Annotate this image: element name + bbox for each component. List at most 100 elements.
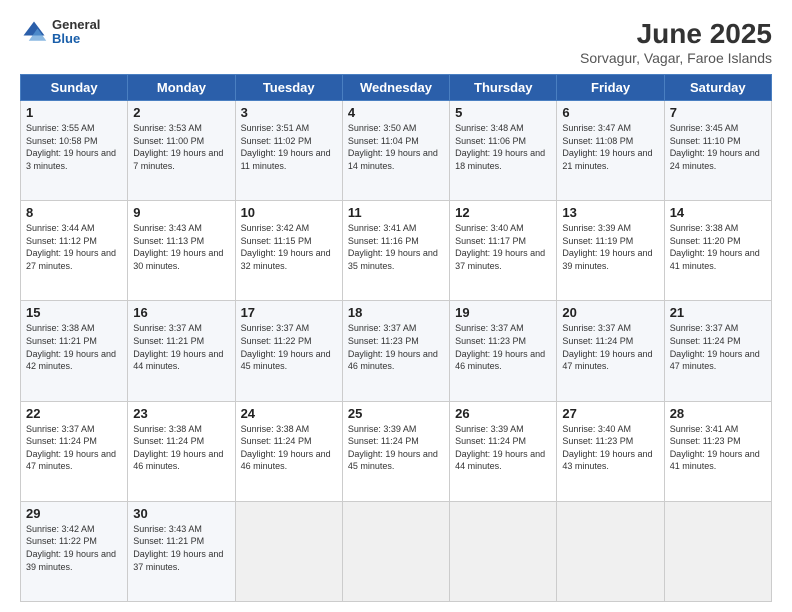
day-info: Sunrise: 3:51 AMSunset: 11:02 PMDaylight… bbox=[241, 122, 337, 172]
day-info: Sunrise: 3:41 AMSunset: 11:16 PMDaylight… bbox=[348, 222, 444, 272]
day-info: Sunrise: 3:55 AMSunset: 10:58 PMDaylight… bbox=[26, 122, 122, 172]
day-info: Sunrise: 3:43 AMSunset: 11:21 PMDaylight… bbox=[133, 523, 229, 573]
weekday-header-row: SundayMondayTuesdayWednesdayThursdayFrid… bbox=[21, 75, 772, 101]
calendar-cell bbox=[557, 501, 664, 601]
day-info: Sunrise: 3:48 AMSunset: 11:06 PMDaylight… bbox=[455, 122, 551, 172]
calendar-cell bbox=[342, 501, 449, 601]
day-info: Sunrise: 3:40 AMSunset: 11:23 PMDaylight… bbox=[562, 423, 658, 473]
calendar-cell bbox=[450, 501, 557, 601]
day-number: 5 bbox=[455, 105, 551, 120]
calendar-cell: 27 Sunrise: 3:40 AMSunset: 11:23 PMDaylig… bbox=[557, 401, 664, 501]
day-number: 12 bbox=[455, 205, 551, 220]
header: General Blue June 2025 Sorvagur, Vagar, … bbox=[20, 18, 772, 66]
calendar-cell: 8 Sunrise: 3:44 AMSunset: 11:12 PMDayligh… bbox=[21, 201, 128, 301]
day-info: Sunrise: 3:37 AMSunset: 11:24 PMDaylight… bbox=[670, 322, 766, 372]
logo-blue: Blue bbox=[52, 32, 100, 46]
week-row-3: 15 Sunrise: 3:38 AMSunset: 11:21 PMDaylig… bbox=[21, 301, 772, 401]
day-info: Sunrise: 3:37 AMSunset: 11:24 PMDaylight… bbox=[562, 322, 658, 372]
weekday-header-tuesday: Tuesday bbox=[235, 75, 342, 101]
week-row-5: 29 Sunrise: 3:42 AMSunset: 11:22 PMDaylig… bbox=[21, 501, 772, 601]
logo-text: General Blue bbox=[52, 18, 100, 47]
day-number: 13 bbox=[562, 205, 658, 220]
calendar-cell: 13Sunrise: 3:39 AMSunset: 11:19 PMDaylig… bbox=[557, 201, 664, 301]
calendar-cell: 21 Sunrise: 3:37 AMSunset: 11:24 PMDaylig… bbox=[664, 301, 771, 401]
logo-icon bbox=[20, 18, 48, 46]
calendar-cell: 25Sunrise: 3:39 AMSunset: 11:24 PMDaylig… bbox=[342, 401, 449, 501]
calendar-cell: 20 Sunrise: 3:37 AMSunset: 11:24 PMDaylig… bbox=[557, 301, 664, 401]
calendar-cell: 12 Sunrise: 3:40 AMSunset: 11:17 PMDaylig… bbox=[450, 201, 557, 301]
calendar-cell bbox=[235, 501, 342, 601]
calendar-cell: 22 Sunrise: 3:37 AMSunset: 11:24 PMDaylig… bbox=[21, 401, 128, 501]
day-info: Sunrise: 3:37 AMSunset: 11:22 PMDaylight… bbox=[241, 322, 337, 372]
day-number: 25 bbox=[348, 406, 444, 421]
page: General Blue June 2025 Sorvagur, Vagar, … bbox=[0, 0, 792, 612]
day-info: Sunrise: 3:38 AMSunset: 11:24 PMDaylight… bbox=[241, 423, 337, 473]
day-info: Sunrise: 3:44 AMSunset: 11:12 PMDaylight… bbox=[26, 222, 122, 272]
day-info: Sunrise: 3:40 AMSunset: 11:17 PMDaylight… bbox=[455, 222, 551, 272]
day-info: Sunrise: 3:42 AMSunset: 11:22 PMDaylight… bbox=[26, 523, 122, 573]
calendar-cell: 10Sunrise: 3:42 AMSunset: 11:15 PMDaylig… bbox=[235, 201, 342, 301]
day-info: Sunrise: 3:53 AMSunset: 11:00 PMDaylight… bbox=[133, 122, 229, 172]
day-number: 27 bbox=[562, 406, 658, 421]
day-number: 26 bbox=[455, 406, 551, 421]
subtitle: Sorvagur, Vagar, Faroe Islands bbox=[580, 50, 772, 66]
day-number: 15 bbox=[26, 305, 122, 320]
week-row-4: 22 Sunrise: 3:37 AMSunset: 11:24 PMDaylig… bbox=[21, 401, 772, 501]
day-info: Sunrise: 3:38 AMSunset: 11:20 PMDaylight… bbox=[670, 222, 766, 272]
calendar-cell: 6Sunrise: 3:47 AMSunset: 11:08 PMDayligh… bbox=[557, 101, 664, 201]
day-info: Sunrise: 3:38 AMSunset: 11:21 PMDaylight… bbox=[26, 322, 122, 372]
day-info: Sunrise: 3:47 AMSunset: 11:08 PMDaylight… bbox=[562, 122, 658, 172]
weekday-header-monday: Monday bbox=[128, 75, 235, 101]
day-number: 1 bbox=[26, 105, 122, 120]
calendar-cell: 14 Sunrise: 3:38 AMSunset: 11:20 PMDaylig… bbox=[664, 201, 771, 301]
day-info: Sunrise: 3:38 AMSunset: 11:24 PMDaylight… bbox=[133, 423, 229, 473]
day-info: Sunrise: 3:37 AMSunset: 11:24 PMDaylight… bbox=[26, 423, 122, 473]
calendar-cell: 4 Sunrise: 3:50 AMSunset: 11:04 PMDayligh… bbox=[342, 101, 449, 201]
day-number: 11 bbox=[348, 205, 444, 220]
day-number: 20 bbox=[562, 305, 658, 320]
calendar: SundayMondayTuesdayWednesdayThursdayFrid… bbox=[20, 74, 772, 602]
week-row-1: 1 Sunrise: 3:55 AMSunset: 10:58 PMDayligh… bbox=[21, 101, 772, 201]
day-number: 17 bbox=[241, 305, 337, 320]
day-number: 10 bbox=[241, 205, 337, 220]
day-info: Sunrise: 3:43 AMSunset: 11:13 PMDaylight… bbox=[133, 222, 229, 272]
calendar-cell: 26 Sunrise: 3:39 AMSunset: 11:24 PMDaylig… bbox=[450, 401, 557, 501]
calendar-cell: 11 Sunrise: 3:41 AMSunset: 11:16 PMDaylig… bbox=[342, 201, 449, 301]
calendar-cell: 3 Sunrise: 3:51 AMSunset: 11:02 PMDayligh… bbox=[235, 101, 342, 201]
weekday-header-thursday: Thursday bbox=[450, 75, 557, 101]
calendar-cell: 23 Sunrise: 3:38 AMSunset: 11:24 PMDaylig… bbox=[128, 401, 235, 501]
day-number: 29 bbox=[26, 506, 122, 521]
day-number: 2 bbox=[133, 105, 229, 120]
day-info: Sunrise: 3:37 AMSunset: 11:21 PMDaylight… bbox=[133, 322, 229, 372]
day-number: 16 bbox=[133, 305, 229, 320]
day-number: 4 bbox=[348, 105, 444, 120]
day-number: 19 bbox=[455, 305, 551, 320]
logo-general: General bbox=[52, 18, 100, 32]
calendar-cell: 28Sunrise: 3:41 AMSunset: 11:23 PMDaylig… bbox=[664, 401, 771, 501]
calendar-cell: 16 Sunrise: 3:37 AMSunset: 11:21 PMDaylig… bbox=[128, 301, 235, 401]
calendar-cell: 7Sunrise: 3:45 AMSunset: 11:10 PMDayligh… bbox=[664, 101, 771, 201]
day-info: Sunrise: 3:39 AMSunset: 11:24 PMDaylight… bbox=[455, 423, 551, 473]
day-number: 14 bbox=[670, 205, 766, 220]
title-block: June 2025 Sorvagur, Vagar, Faroe Islands bbox=[580, 18, 772, 66]
calendar-cell: 30 Sunrise: 3:43 AMSunset: 11:21 PMDaylig… bbox=[128, 501, 235, 601]
day-number: 23 bbox=[133, 406, 229, 421]
day-number: 8 bbox=[26, 205, 122, 220]
day-number: 24 bbox=[241, 406, 337, 421]
day-number: 30 bbox=[133, 506, 229, 521]
week-row-2: 8 Sunrise: 3:44 AMSunset: 11:12 PMDayligh… bbox=[21, 201, 772, 301]
day-number: 22 bbox=[26, 406, 122, 421]
day-info: Sunrise: 3:50 AMSunset: 11:04 PMDaylight… bbox=[348, 122, 444, 172]
logo: General Blue bbox=[20, 18, 100, 47]
weekday-header-friday: Friday bbox=[557, 75, 664, 101]
day-info: Sunrise: 3:37 AMSunset: 11:23 PMDaylight… bbox=[348, 322, 444, 372]
day-number: 3 bbox=[241, 105, 337, 120]
day-number: 18 bbox=[348, 305, 444, 320]
calendar-cell: 19Sunrise: 3:37 AMSunset: 11:23 PMDaylig… bbox=[450, 301, 557, 401]
calendar-cell: 9 Sunrise: 3:43 AMSunset: 11:13 PMDayligh… bbox=[128, 201, 235, 301]
day-number: 21 bbox=[670, 305, 766, 320]
day-number: 9 bbox=[133, 205, 229, 220]
calendar-cell: 15 Sunrise: 3:38 AMSunset: 11:21 PMDaylig… bbox=[21, 301, 128, 401]
calendar-cell: 1 Sunrise: 3:55 AMSunset: 10:58 PMDayligh… bbox=[21, 101, 128, 201]
calendar-cell: 18 Sunrise: 3:37 AMSunset: 11:23 PMDaylig… bbox=[342, 301, 449, 401]
